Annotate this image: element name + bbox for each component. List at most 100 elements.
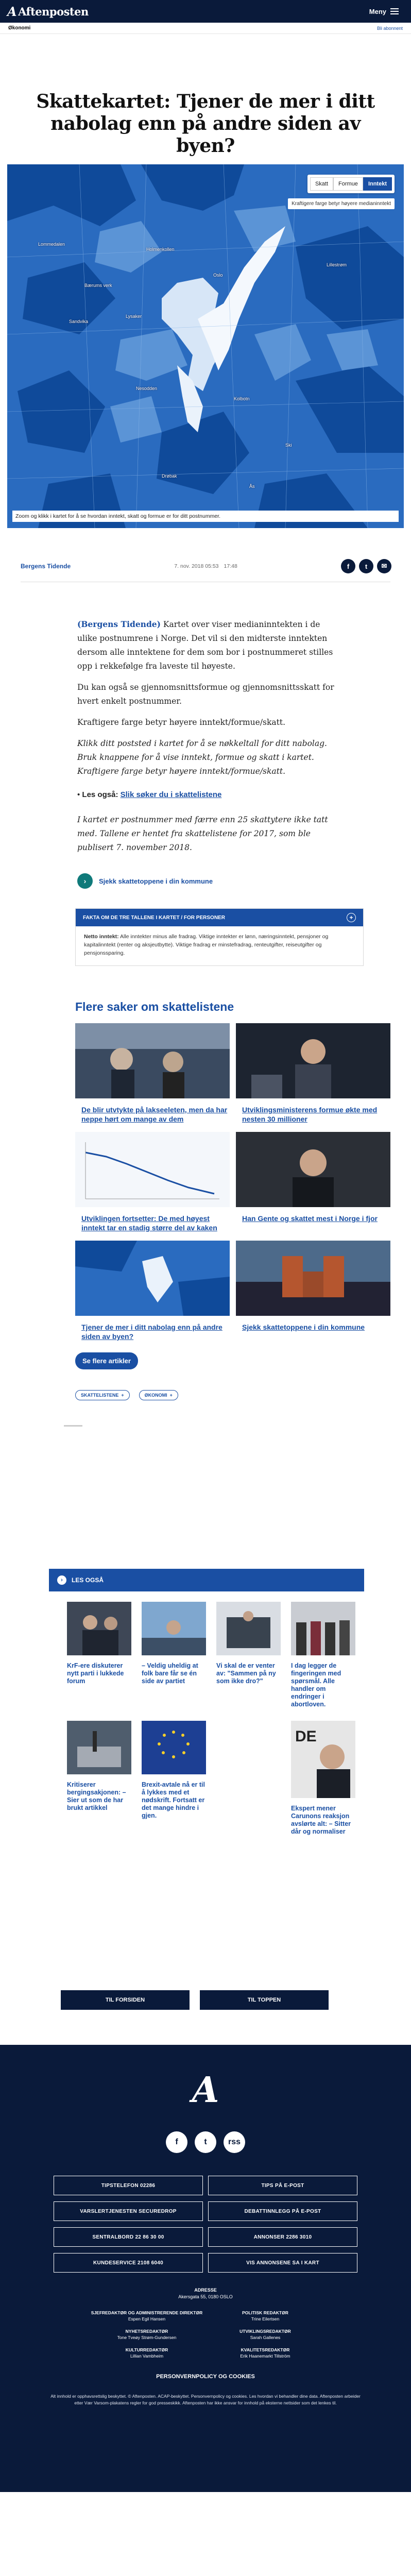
- formue-button[interactable]: Formue: [333, 177, 363, 191]
- skatt-button[interactable]: Skatt: [310, 177, 334, 191]
- factbox-header[interactable]: FAKTA OM DE TRE TALLENE I KARTET / FOR P…: [76, 909, 363, 926]
- section-link[interactable]: Økonomi: [8, 25, 30, 31]
- read-also-card[interactable]: Brexit-avtale nå er til å lykkes med et …: [142, 1721, 206, 1836]
- story-title[interactable]: Sjekk skattetoppene i din kommune: [236, 1323, 390, 1332]
- factbox-definition: Alle inntekter minus alle fradrag. Vikti…: [84, 934, 329, 956]
- footer-link[interactable]: VARSLERTJENESTEN SECUREDROP: [54, 2201, 203, 2221]
- more-stories-title: Flere saker om skattelistene: [75, 1000, 234, 1013]
- read-also-title[interactable]: Vi skal de er venter av: "Sammen på ny s…: [216, 1662, 281, 1685]
- read-also-title[interactable]: Ekspert mener Carunons reaksjon avslørte…: [291, 1805, 355, 1836]
- address-label: ADRESSE: [194, 2287, 217, 2293]
- story-title[interactable]: Utviklingen fortsetter: De med høyest in…: [75, 1214, 230, 1232]
- to-frontpage-button[interactable]: TIL FORSIDEN: [61, 1990, 190, 2010]
- staff-entry: UTVIKLINGSREDAKTØR Sarah Gallenes: [206, 2328, 324, 2341]
- story-card[interactable]: Han Gente og skattet mest i Norge i fjor: [236, 1132, 390, 1232]
- article-body: (Bergens Tidende) Kartet over viser medi…: [0, 582, 340, 855]
- tax-map[interactable]: Lommedalen Bærums verk Sandvika Oslo Lys…: [7, 164, 404, 528]
- tag-label: ØKONOMI: [144, 1393, 167, 1398]
- tag-skattelistene[interactable]: SKATTELISTENE +: [75, 1390, 130, 1400]
- read-also-link[interactable]: Slik søker du i skattelistene: [121, 790, 222, 799]
- to-top-button[interactable]: TIL TOPPEN: [200, 1990, 329, 2010]
- twitter-share-icon[interactable]: t: [358, 559, 373, 573]
- story-photo: [216, 1602, 281, 1655]
- staff-entry: SJEFREDAKTØR OG ADMINISTRERENDE DIREKTØR…: [88, 2310, 206, 2322]
- story-card[interactable]: Tjener de mer i ditt nabolag enn på andr…: [75, 1241, 230, 1341]
- footer-link[interactable]: VIS ANNONSENE SA I KART: [208, 2253, 357, 2273]
- email-share-icon[interactable]: ✉: [376, 559, 391, 573]
- read-also-label: LES OGSÅ: [72, 1577, 104, 1584]
- share-buttons: f t ✉: [340, 559, 391, 573]
- read-also-title[interactable]: Brexit-avtale nå er til å lykkes med et …: [142, 1781, 206, 1820]
- privacy-policy-link[interactable]: PERSONVERNPOLICY OG COOKIES: [0, 2374, 411, 2380]
- story-title[interactable]: Tjener de mer i ditt nabolag enn på andr…: [75, 1323, 230, 1341]
- instruction-text: Klikk ditt poststed i kartet for å se nø…: [77, 739, 327, 776]
- site-logo[interactable]: A Aftenposten: [7, 4, 89, 19]
- story-photo: [236, 1132, 390, 1207]
- choropleth-map[interactable]: [7, 164, 404, 528]
- story-card[interactable]: Utviklingsministerens formue økte med ne…: [236, 1023, 390, 1124]
- map-label: Sandvika: [69, 319, 89, 324]
- map-label: Ski: [285, 443, 292, 448]
- menu-button[interactable]: Meny: [369, 8, 399, 15]
- story-card[interactable]: De blir utvtykte på lakseeleten, men da …: [75, 1023, 230, 1124]
- staff-name: Espen Egil Hansen: [128, 2316, 166, 2321]
- facebook-share-icon[interactable]: f: [340, 559, 355, 573]
- read-also-card[interactable]: – Veldig uheldig at folk bare får se én …: [142, 1602, 206, 1708]
- footer-link[interactable]: KUNDESERVICE 2108 6040: [54, 2253, 203, 2273]
- menu-label: Meny: [369, 7, 386, 15]
- staff-entry: KULTURREDAKTØR Lillian Vambheim: [88, 2347, 206, 2359]
- read-also-title[interactable]: Kritiserer bergingsakjonen: – Sier ut so…: [67, 1781, 131, 1812]
- staff-entry: NYHETSREDAKTØR Tone Tveøy Strøm-Gundersen: [88, 2328, 206, 2341]
- staff-role: KVALITETSREDAKTØR: [241, 2347, 290, 2352]
- read-also-card[interactable]: I dag legger de fingeringen med spørsmål…: [291, 1602, 355, 1708]
- staff-role: SJEFREDAKTØR OG ADMINISTRERENDE DIREKTØR: [91, 2310, 203, 2315]
- read-also-card[interactable]: Kritiserer bergingsakjonen: – Sier ut so…: [67, 1721, 131, 1836]
- twitter-icon[interactable]: t: [195, 2131, 216, 2153]
- contact-links: TIPSTELEFON 02286 TIPS PÅ E-POST VARSLER…: [54, 2176, 357, 2273]
- read-also-grid: KrF-ere diskuterer nytt parti i lukkede …: [67, 1602, 355, 1836]
- read-also-title[interactable]: KrF-ere diskuterer nytt parti i lukkede …: [67, 1662, 131, 1685]
- read-also-card[interactable]: Vi skal de er venter av: "Sammen på ny s…: [216, 1602, 281, 1708]
- footer-link[interactable]: TIPSTELEFON 02286: [54, 2176, 203, 2195]
- plus-icon: +: [169, 1393, 173, 1398]
- story-photo: [67, 1602, 131, 1655]
- facebook-icon[interactable]: f: [166, 2131, 187, 2153]
- story-card[interactable]: Sjekk skattetoppene i din kommune: [236, 1241, 390, 1341]
- story-photo: [75, 1023, 230, 1098]
- footer-link[interactable]: TIPS PÅ E-POST: [208, 2176, 357, 2195]
- story-title[interactable]: Utviklingsministerens formue økte med ne…: [236, 1105, 390, 1124]
- read-also-card[interactable]: DE Ekspert mener Carunons reaksjon avslø…: [291, 1721, 355, 1836]
- staff-role: POLITISK REDAKTØR: [242, 2310, 288, 2315]
- story-photo: [236, 1241, 390, 1316]
- author-name[interactable]: Bergens Tidende: [21, 563, 71, 570]
- chart-thumbnail: [75, 1132, 230, 1207]
- read-also-title[interactable]: I dag legger de fingeringen med spørsmål…: [291, 1662, 355, 1708]
- subscribe-link[interactable]: Bli abonnent: [377, 26, 403, 31]
- story-title[interactable]: Han Gente og skattet mest i Norge i fjor: [236, 1214, 390, 1223]
- see-more-button[interactable]: Se flere artikler: [75, 1352, 138, 1369]
- story-title[interactable]: De blir utvtykte på lakseeleten, men da …: [75, 1105, 230, 1124]
- map-label: Oslo: [213, 273, 223, 278]
- story-photo: [291, 1602, 355, 1655]
- footer-logo[interactable]: A: [187, 2070, 224, 2111]
- footer-link[interactable]: DEBATTINNLEGG PÅ E-POST: [208, 2201, 357, 2221]
- read-also-card[interactable]: KrF-ere diskuterer nytt parti i lukkede …: [67, 1602, 131, 1708]
- inntekt-button[interactable]: Inntekt: [363, 177, 392, 191]
- divider: [64, 1425, 82, 1427]
- footer-link[interactable]: SENTRALBORD 22 86 30 00: [54, 2227, 203, 2247]
- tag-okonomi[interactable]: ØKONOMI +: [139, 1390, 178, 1400]
- map-label: Bærums verk: [84, 283, 112, 288]
- top-navigation-bar: A Aftenposten Meny: [0, 0, 411, 23]
- expand-icon[interactable]: +: [347, 913, 356, 922]
- rss-icon[interactable]: rss: [224, 2131, 245, 2153]
- read-also-title[interactable]: – Veldig uheldig at folk bare får se én …: [142, 1662, 206, 1685]
- staff-role: NYHETSREDAKTØR: [125, 2329, 168, 2334]
- paragraph: Klikk ditt poststed i kartet for å se nø…: [77, 737, 340, 778]
- related-link[interactable]: › Sjekk skattetoppene i din kommune: [77, 873, 411, 889]
- story-card[interactable]: Utviklingen fortsetter: De med høyest in…: [75, 1132, 230, 1232]
- source-link[interactable]: (Bergens Tidende): [77, 619, 161, 629]
- staff-entry: POLITISK REDAKTØR Trine Eilertsen: [206, 2310, 324, 2322]
- story-photo: [236, 1023, 390, 1098]
- staff-name: Tone Tveøy Strøm-Gundersen: [117, 2335, 177, 2340]
- footer-link[interactable]: ANNONSER 2286 3010: [208, 2227, 357, 2247]
